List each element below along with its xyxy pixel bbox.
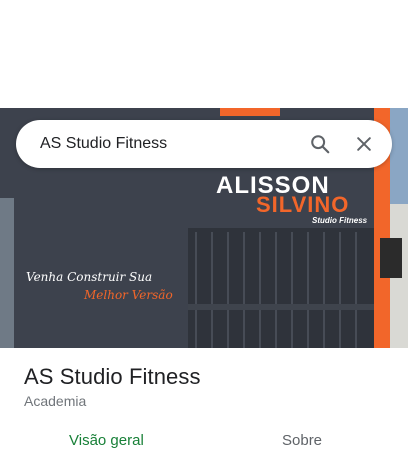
- wall-text2: Melhor Versão: [84, 288, 173, 302]
- tab-overview[interactable]: Visão geral: [69, 432, 144, 449]
- search-icon: [311, 135, 330, 154]
- search-bar: [16, 120, 392, 168]
- place-category[interactable]: Academia: [24, 393, 86, 409]
- place-tabs: Visão geral Sobre: [0, 420, 408, 456]
- place-title: AS Studio Fitness: [24, 364, 201, 389]
- tab-about[interactable]: Sobre: [282, 432, 322, 449]
- close-icon: [357, 137, 371, 151]
- sign-line3: Studio Fitness: [312, 216, 368, 225]
- search-input[interactable]: [40, 135, 300, 153]
- clear-button[interactable]: [344, 124, 384, 164]
- search-button[interactable]: [300, 124, 340, 164]
- wall-text1: Venha Construir Sua: [26, 270, 153, 284]
- sign-line2: SILVINO: [256, 192, 350, 217]
